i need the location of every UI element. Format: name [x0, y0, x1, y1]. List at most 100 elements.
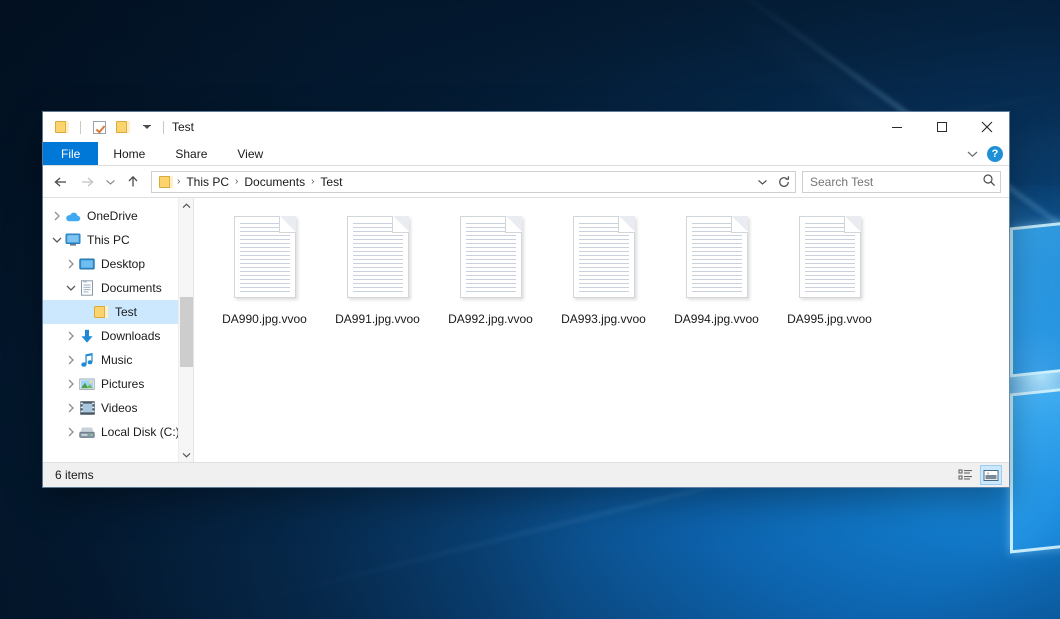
maximize-icon[interactable]	[919, 112, 964, 142]
sidebar-item-this-pc[interactable]: This PC	[43, 228, 193, 252]
file-item[interactable]: DA993.jpg.vvoo	[547, 210, 660, 326]
breadcrumb: › This PC › Documents › Test	[176, 175, 753, 189]
desktop: Test File Home Share View	[0, 0, 1060, 619]
file-item[interactable]: DA995.jpg.vvoo	[773, 210, 886, 326]
ribbon-tab-strip: File Home Share View ?	[43, 142, 1009, 166]
tab-share[interactable]: Share	[160, 142, 222, 165]
file-name-label: DA994.jpg.vvoo	[674, 312, 759, 326]
scroll-down-chevron-down-icon[interactable]	[179, 447, 194, 462]
file-explorer-window: Test File Home Share View	[43, 112, 1009, 487]
breadcrumb-documents[interactable]: Documents	[239, 175, 310, 189]
new-folder-icon[interactable]	[113, 117, 133, 137]
sidebar-item-label: OneDrive	[87, 209, 138, 223]
up-button[interactable]	[121, 170, 145, 194]
search-placeholder: Search Test	[810, 175, 982, 189]
help-icon[interactable]: ?	[987, 146, 1003, 162]
generic-document-icon	[339, 214, 417, 306]
details-view-icon[interactable]	[955, 465, 977, 485]
file-name-label: DA990.jpg.vvoo	[222, 312, 307, 326]
back-button[interactable]	[49, 170, 73, 194]
sidebar-item-label: Local Disk (C:)	[101, 425, 180, 439]
customize-qat-chevron-down-icon[interactable]	[137, 117, 157, 137]
breadcrumb-this-pc[interactable]: This PC	[181, 175, 234, 189]
window-controls	[874, 112, 1009, 142]
properties-checkbox-icon[interactable]	[89, 117, 109, 137]
sidebar-item-label: Pictures	[101, 377, 144, 391]
sidebar-item-label: Desktop	[101, 257, 145, 271]
search-input[interactable]: Search Test	[802, 171, 1001, 193]
monitor-icon	[65, 232, 81, 248]
minimize-icon[interactable]	[874, 112, 919, 142]
view-mode-buttons	[955, 465, 1002, 485]
navigation-pane: OneDrive This PC Desktop Documents Test Downl…	[43, 198, 193, 462]
music-icon	[79, 352, 95, 368]
file-name-label: DA995.jpg.vvoo	[787, 312, 872, 326]
chevron-right-icon[interactable]	[63, 348, 79, 372]
file-name-label: DA993.jpg.vvoo	[561, 312, 646, 326]
sidebar-item-pictures[interactable]: Pictures	[43, 372, 193, 396]
tab-view[interactable]: View	[222, 142, 278, 165]
title-separator	[163, 121, 164, 134]
item-count: 6 items	[55, 468, 94, 482]
sidebar-item-test[interactable]: Test	[43, 300, 193, 324]
chevron-right-icon[interactable]	[63, 396, 79, 420]
file-item[interactable]: DA990.jpg.vvoo	[208, 210, 321, 326]
file-name-label: DA992.jpg.vvoo	[448, 312, 533, 326]
title-bar[interactable]: Test	[43, 112, 1009, 142]
documents-icon	[79, 280, 95, 296]
chevron-right-icon[interactable]	[63, 324, 79, 348]
sidebar-item-music[interactable]: Music	[43, 348, 193, 372]
chevron-right-icon[interactable]	[49, 204, 65, 228]
tab-home[interactable]: Home	[98, 142, 160, 165]
address-field[interactable]: › This PC › Documents › Test	[151, 171, 796, 193]
sidebar-item-downloads[interactable]: Downloads	[43, 324, 193, 348]
scroll-up-chevron-up-icon[interactable]	[179, 198, 194, 213]
window-title: Test	[172, 120, 194, 134]
cloud-icon	[65, 208, 81, 224]
large-icons-view-icon[interactable]	[980, 465, 1002, 485]
file-grid: DA990.jpg.vvoo DA991.jpg.vvoo DA992.jpg.vv…	[208, 210, 1009, 326]
sidebar-item-label: Downloads	[101, 329, 160, 343]
sidebar-item-desktop[interactable]: Desktop	[43, 252, 193, 276]
expander-spacer	[77, 300, 93, 324]
navigation-scrollbar[interactable]	[178, 198, 193, 462]
quick-access-toolbar	[43, 117, 157, 137]
chevron-down-icon[interactable]	[63, 276, 79, 300]
sidebar-item-label: Documents	[101, 281, 162, 295]
sidebar-item-label: Test	[115, 305, 137, 319]
sidebar-item-documents[interactable]: Documents	[43, 276, 193, 300]
qat-folder-icon[interactable]	[52, 117, 72, 137]
sidebar-item-videos[interactable]: Videos	[43, 396, 193, 420]
forward-button[interactable]	[75, 170, 99, 194]
sidebar-item-label: Music	[101, 353, 132, 367]
status-bar: 6 items	[43, 462, 1009, 487]
sidebar-item-local-disk-c[interactable]: Local Disk (C:)	[43, 420, 193, 444]
file-name-label: DA991.jpg.vvoo	[335, 312, 420, 326]
file-item[interactable]: DA994.jpg.vvoo	[660, 210, 773, 326]
videos-icon	[79, 400, 95, 416]
search-icon[interactable]	[982, 173, 996, 190]
scrollbar-track[interactable]	[179, 213, 194, 447]
window-body: OneDrive This PC Desktop Documents Test Downl…	[43, 197, 1009, 462]
chevron-right-icon[interactable]	[63, 252, 79, 276]
address-dropdown-chevron-down-icon[interactable]	[753, 172, 772, 192]
expand-ribbon-chevron-down-icon[interactable]	[966, 148, 979, 161]
file-item[interactable]: DA992.jpg.vvoo	[434, 210, 547, 326]
chevron-right-icon[interactable]	[63, 372, 79, 396]
tab-file[interactable]: File	[43, 142, 98, 165]
recent-locations-chevron-down-icon[interactable]	[101, 170, 119, 194]
qat-separator	[80, 121, 81, 134]
desktop-icon	[79, 256, 95, 272]
file-item[interactable]: DA991.jpg.vvoo	[321, 210, 434, 326]
refresh-icon[interactable]	[774, 172, 793, 192]
folder-icon	[93, 304, 109, 320]
breadcrumb-test[interactable]: Test	[315, 175, 347, 189]
scrollbar-thumb[interactable]	[180, 297, 193, 367]
sidebar-item-label: Videos	[101, 401, 137, 415]
file-list-view[interactable]: DA990.jpg.vvoo DA991.jpg.vvoo DA992.jpg.vv…	[193, 198, 1009, 462]
sidebar-item-onedrive[interactable]: OneDrive	[43, 204, 193, 228]
chevron-right-icon[interactable]	[63, 420, 79, 444]
download-icon	[79, 328, 95, 344]
chevron-down-icon[interactable]	[49, 228, 65, 252]
close-icon[interactable]	[964, 112, 1009, 142]
